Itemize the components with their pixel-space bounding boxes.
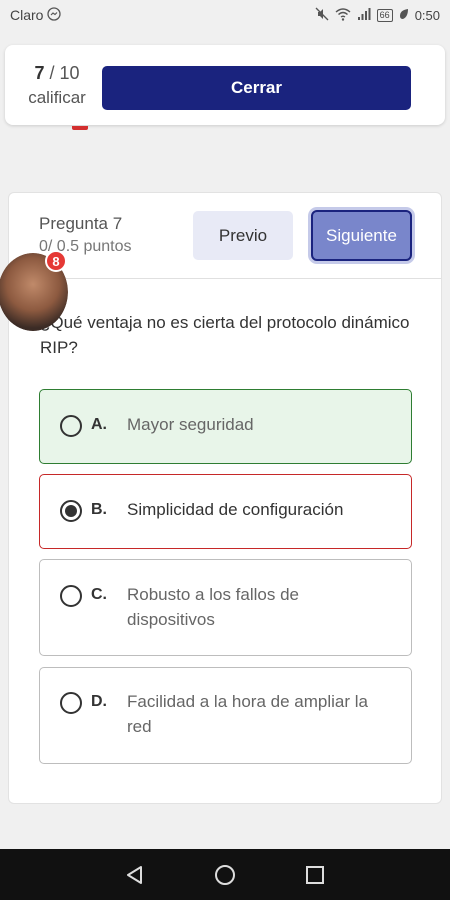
option-a-text: Mayor seguridad (127, 415, 254, 434)
recents-icon[interactable] (300, 860, 330, 890)
status-bar: Claro 66 0:50 (0, 0, 450, 30)
chat-head-badge: 8 (45, 250, 67, 272)
previous-button[interactable]: Previo (193, 211, 293, 260)
android-nav-bar (0, 849, 450, 900)
option-a[interactable]: A. Mayor seguridad (39, 389, 412, 464)
next-button[interactable]: Siguiente (311, 210, 412, 261)
close-button[interactable]: Cerrar (102, 66, 411, 110)
radio-c[interactable] (60, 585, 82, 607)
progress-label: calificar (28, 88, 86, 107)
messenger-icon (47, 6, 62, 24)
signal-icon (357, 7, 371, 24)
battery-icon: 66 (376, 8, 393, 22)
mute-icon (315, 7, 329, 24)
radio-d[interactable] (60, 692, 82, 714)
radio-a[interactable] (60, 415, 82, 437)
question-card: Pregunta 7 0/ 0.5 puntos Previo Siguient… (8, 192, 442, 804)
quiz-progress-card: 7 / 10 calificar Cerrar (5, 45, 445, 125)
progress-marker (72, 126, 88, 130)
option-b[interactable]: B. Simplicidad de configuración (39, 474, 412, 549)
clock: 0:50 (414, 7, 440, 23)
home-icon[interactable] (210, 860, 240, 890)
back-icon[interactable] (120, 860, 150, 890)
question-title: Pregunta 7 (39, 214, 123, 233)
option-d-text: Facilidad a la hora de ampliar la red (127, 692, 368, 736)
status-right: 66 0:50 (315, 7, 440, 24)
carrier-name: Claro (10, 7, 44, 23)
option-d[interactable]: D. Facilidad a la hora de ampliar la red (39, 667, 412, 764)
status-left: Claro (10, 6, 62, 24)
wifi-icon (335, 7, 351, 24)
option-d-letter: D. (91, 693, 107, 710)
leaf-icon (399, 8, 409, 23)
radio-b[interactable] (60, 500, 82, 522)
progress-indicator: 7 / 10 calificar (17, 63, 97, 108)
question-header: Pregunta 7 0/ 0.5 puntos Previo Siguient… (9, 193, 441, 279)
question-text: ¿Qué ventaja no es cierta del protocolo … (40, 313, 410, 357)
option-a-letter: A. (91, 416, 107, 433)
option-c[interactable]: C. Robusto a los fallos de dispositivos (39, 559, 412, 656)
progress-current: 7 (34, 63, 45, 83)
progress-total: / 10 (49, 63, 80, 83)
option-b-letter: B. (91, 501, 107, 518)
option-c-text: Robusto a los fallos de dispositivos (127, 585, 299, 629)
progress-count: 7 / 10 (17, 63, 97, 84)
option-c-letter: C. (91, 586, 107, 603)
option-b-text: Simplicidad de configuración (127, 500, 344, 519)
